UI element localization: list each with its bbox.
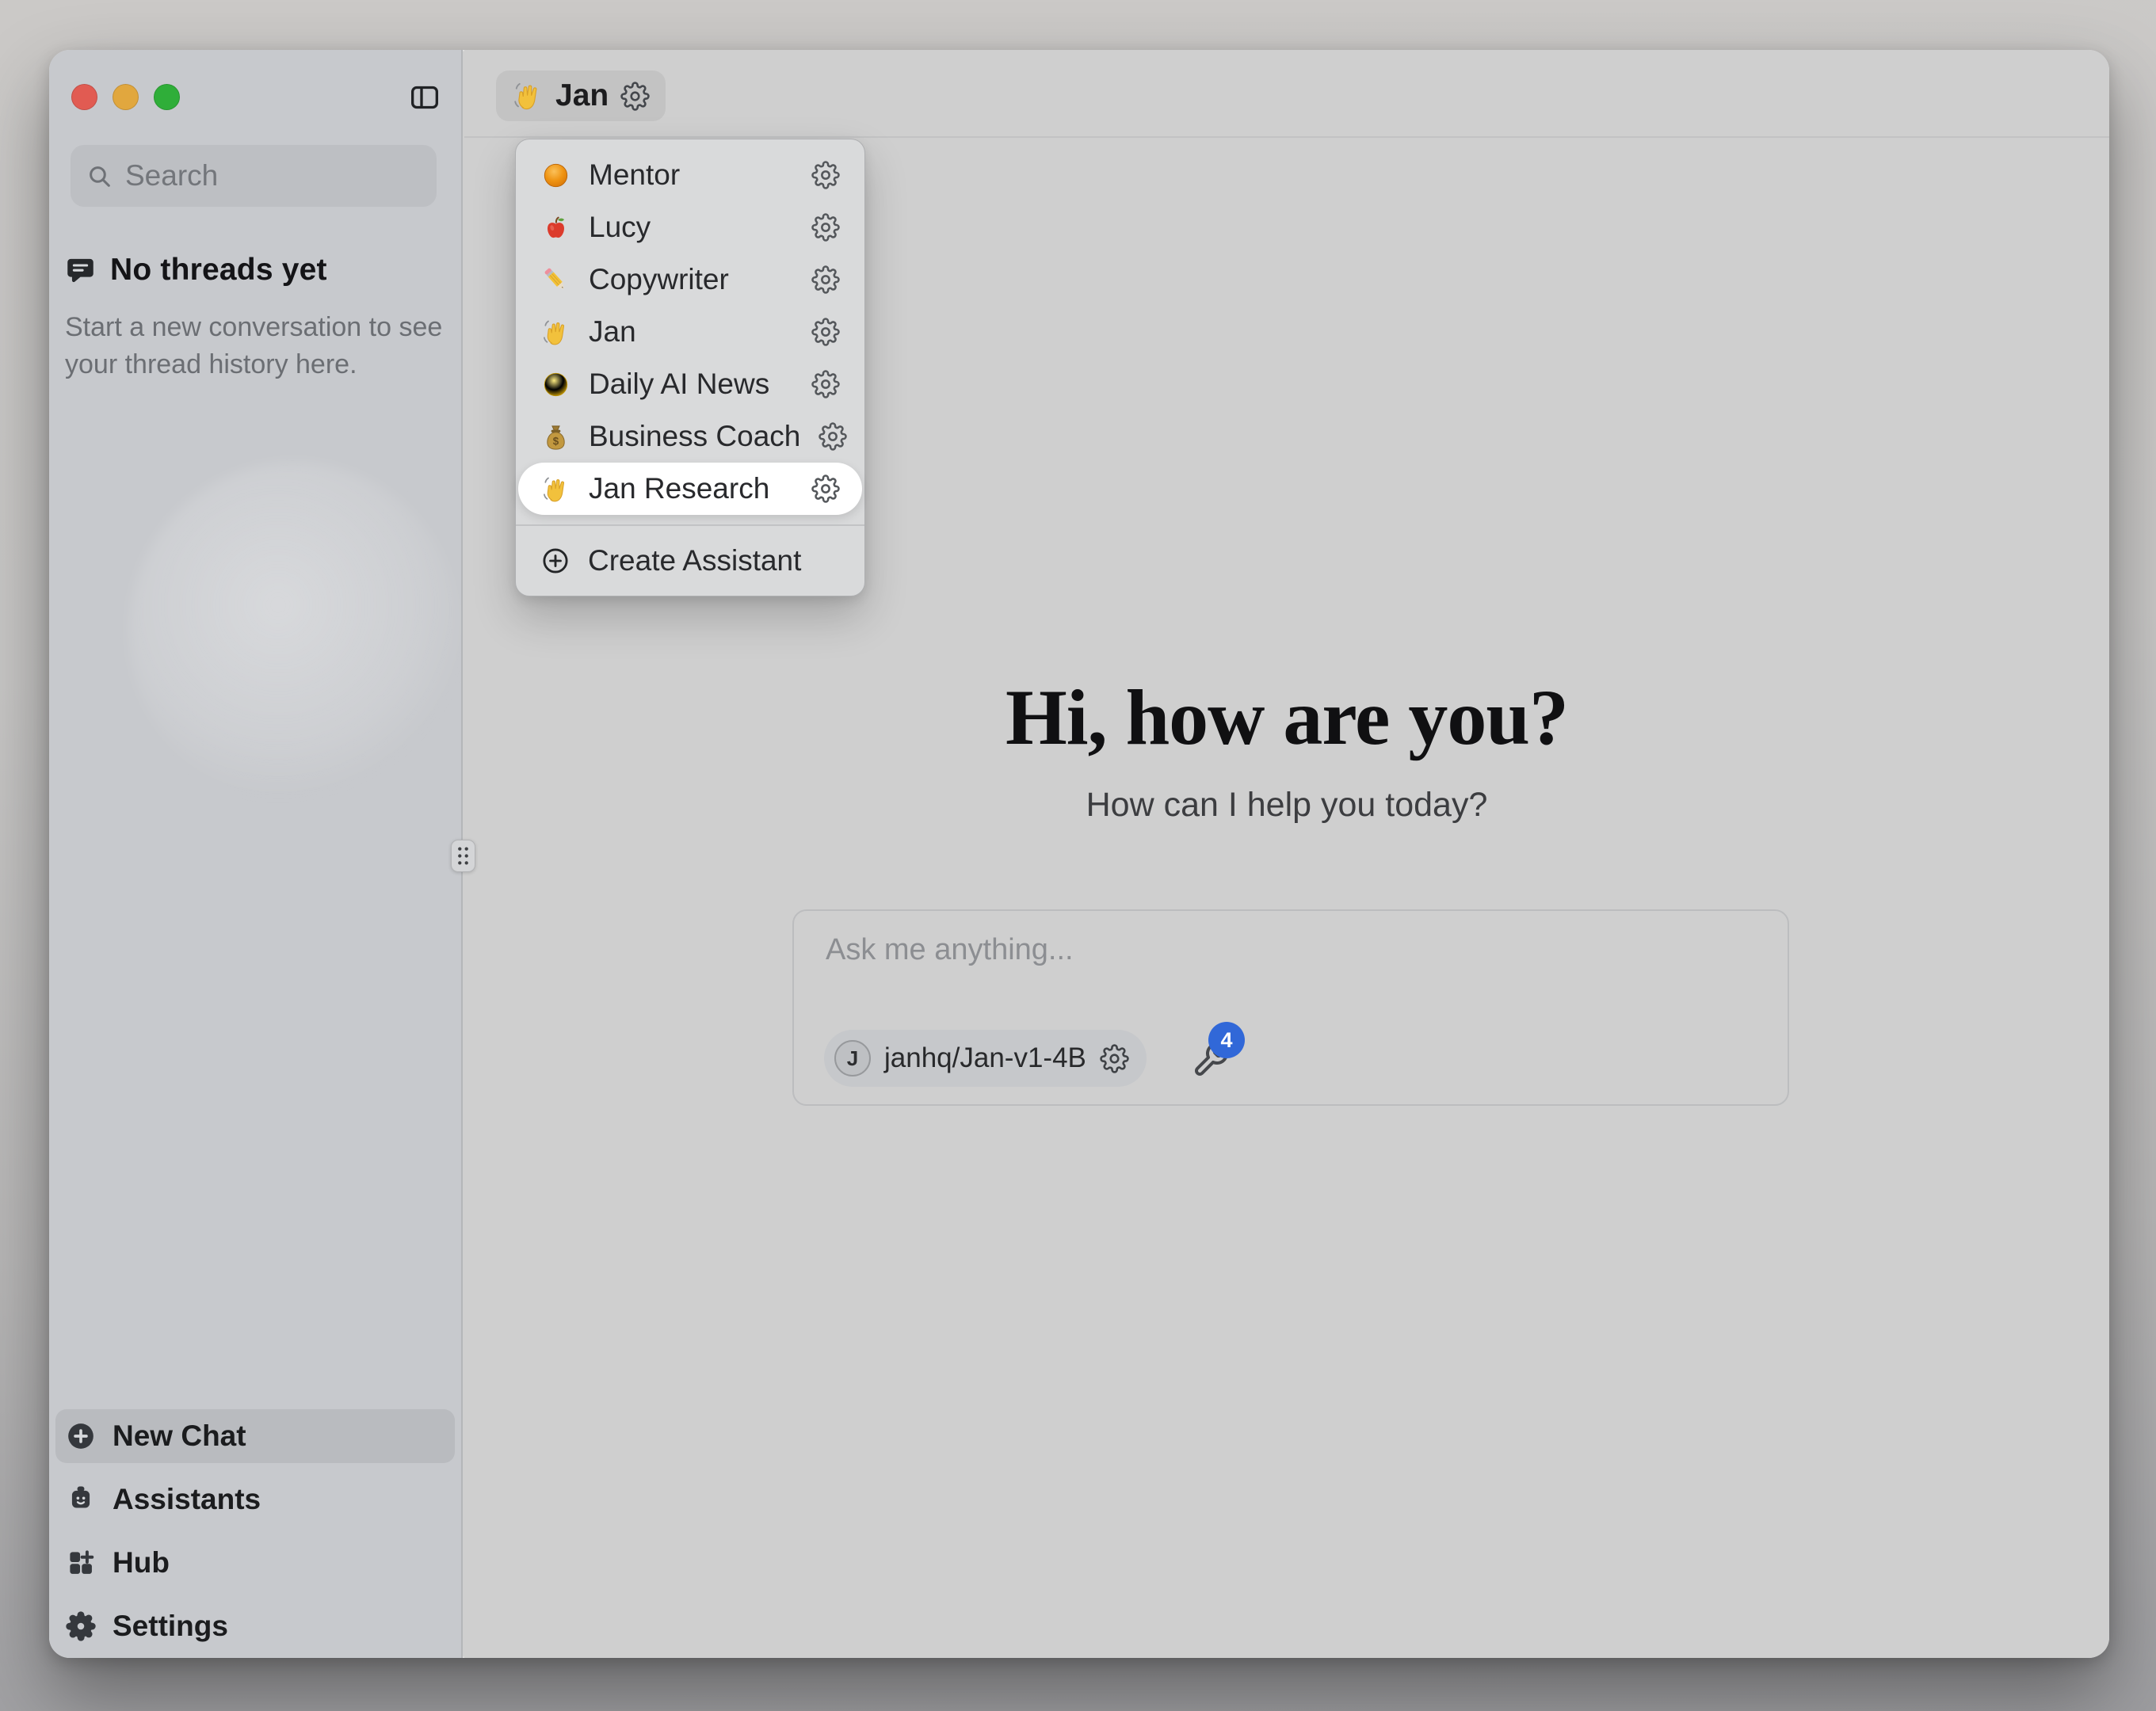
circle-plus-icon — [541, 547, 570, 575]
sidebar-toggle-button[interactable] — [409, 82, 441, 113]
window-controls — [71, 84, 180, 110]
plus-circle-icon — [66, 1421, 96, 1451]
model-selector-button[interactable]: J janhq/Jan-v1-4B — [824, 1030, 1147, 1087]
gear-icon[interactable] — [819, 422, 847, 451]
wave-emoji-icon — [541, 318, 570, 347]
menu-item-jan[interactable]: Jan — [518, 306, 862, 358]
sidebar-resize-handle[interactable] — [451, 840, 475, 872]
yellow-circle-emoji-icon — [541, 370, 570, 399]
menu-item-label: Lucy — [589, 211, 793, 244]
search-input[interactable] — [125, 159, 421, 192]
hub-grid-icon — [66, 1548, 96, 1578]
gear-icon[interactable] — [811, 370, 840, 398]
greeting-subtitle: How can I help you today? — [464, 786, 2109, 825]
menu-separator — [516, 524, 864, 526]
pencil-emoji-icon — [541, 265, 570, 295]
assistant-settings-gear-icon[interactable] — [620, 82, 650, 111]
menu-item-label: Mentor — [589, 158, 793, 192]
zoom-button[interactable] — [154, 84, 180, 110]
gear-icon — [66, 1611, 96, 1641]
gear-icon[interactable] — [811, 265, 840, 294]
threads-empty-state: No threads yet Start a new conversation … — [65, 253, 447, 383]
model-settings-gear-icon[interactable] — [1100, 1044, 1129, 1073]
sidebar-item-assistants[interactable]: Assistants — [55, 1473, 455, 1526]
gear-icon[interactable] — [811, 474, 840, 503]
sidebar: No threads yet Start a new conversation … — [49, 50, 463, 1658]
assistant-dropdown-menu: Mentor Lucy Copywriter Jan Daily AI News — [515, 139, 865, 596]
minimize-button[interactable] — [113, 84, 139, 110]
menu-item-label: Copywriter — [589, 263, 793, 296]
empty-state-description: Start a new conversation to see your thr… — [65, 309, 447, 383]
money-bag-emoji-icon — [541, 422, 570, 452]
chat-input[interactable] — [826, 933, 1756, 1001]
apple-emoji-icon — [541, 213, 570, 242]
menu-item-copywriter[interactable]: Copywriter — [518, 253, 862, 306]
create-assistant-button[interactable]: Create Assistant — [518, 535, 862, 586]
search-icon — [86, 163, 113, 189]
sidebar-watermark — [128, 462, 461, 802]
main-area: Jan Mentor Lucy Copywriter — [464, 50, 2109, 1658]
gear-icon[interactable] — [811, 161, 840, 189]
model-avatar: J — [834, 1040, 871, 1077]
menu-item-mentor[interactable]: Mentor — [518, 149, 862, 201]
create-assistant-label: Create Assistant — [588, 544, 801, 577]
sidebar-item-label: New Chat — [113, 1419, 246, 1453]
assistant-icon — [66, 1484, 96, 1515]
drag-dots-icon — [452, 840, 475, 872]
sidebar-item-new-chat[interactable]: New Chat — [55, 1409, 455, 1463]
menu-item-jan-research[interactable]: Jan Research — [518, 463, 862, 515]
menu-item-label: Daily AI News — [589, 368, 793, 401]
menu-item-label: Jan Research — [589, 472, 793, 505]
greeting-title: Hi, how are you? — [464, 676, 2109, 759]
sidebar-item-label: Assistants — [113, 1483, 261, 1516]
model-name-label: janhq/Jan-v1-4B — [884, 1042, 1086, 1074]
sidebar-nav: New Chat Assistants Hub Settings — [55, 1409, 455, 1653]
sidebar-item-label: Hub — [113, 1546, 170, 1580]
orange-circle-emoji-icon — [541, 161, 570, 190]
menu-item-daily-ai-news[interactable]: Daily AI News — [518, 358, 862, 410]
greeting: Hi, how are you? How can I help you toda… — [464, 676, 2109, 825]
gear-icon[interactable] — [811, 318, 840, 346]
menu-item-lucy[interactable]: Lucy — [518, 201, 862, 253]
tools-button[interactable]: 4 — [1188, 1038, 1234, 1084]
close-button[interactable] — [71, 84, 97, 110]
wave-emoji-icon — [512, 80, 544, 112]
menu-item-label: Business Coach — [589, 420, 800, 453]
sidebar-item-settings[interactable]: Settings — [55, 1599, 455, 1653]
main-header: Jan — [464, 50, 2109, 138]
chat-bubble-icon — [65, 255, 96, 286]
menu-item-business-coach[interactable]: Business Coach — [518, 410, 862, 463]
gear-icon[interactable] — [811, 213, 840, 242]
sidebar-item-hub[interactable]: Hub — [55, 1536, 455, 1590]
empty-state-title: No threads yet — [110, 253, 327, 288]
wave-emoji-icon — [541, 474, 570, 504]
tools-count-badge: 4 — [1208, 1022, 1245, 1058]
sidebar-toggle-icon — [409, 82, 441, 113]
menu-item-label: Jan — [589, 315, 793, 349]
sidebar-item-label: Settings — [113, 1610, 228, 1643]
chat-composer[interactable]: J janhq/Jan-v1-4B 4 — [792, 909, 1789, 1106]
assistant-switcher-button[interactable]: Jan — [496, 70, 666, 121]
assistant-switcher-label: Jan — [555, 78, 609, 113]
app-window: No threads yet Start a new conversation … — [49, 50, 2109, 1658]
search-bar — [71, 145, 437, 207]
